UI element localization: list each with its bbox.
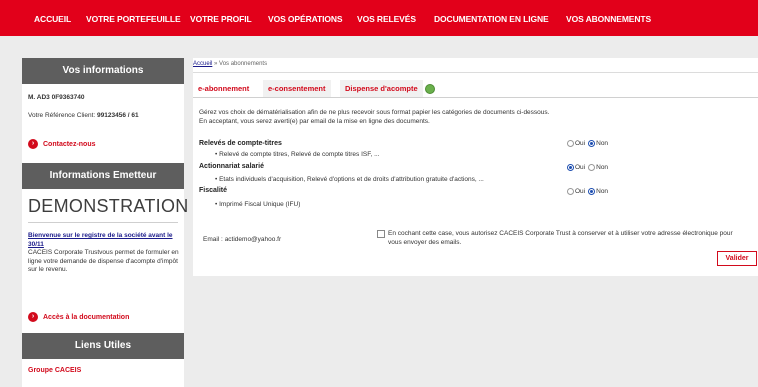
radio-non-label: Non	[596, 140, 609, 147]
radio-oui-label: Oui	[575, 140, 586, 147]
section-item: • Etats individuels d'acquisition, Relev…	[215, 176, 484, 183]
nav-votre-portefeuille[interactable]: VOTRE PORTEFEUILLE	[86, 0, 181, 36]
radio-non-label: Non	[596, 164, 609, 171]
radio-oui[interactable]	[567, 164, 574, 171]
consent-checkbox[interactable]	[377, 230, 385, 238]
radio-oui[interactable]	[567, 188, 574, 195]
email-value: actidemo@yahoo.fr	[224, 236, 282, 243]
arrow-right-icon: ›	[28, 312, 38, 322]
section-title: Actionnariat salarié	[199, 163, 264, 170]
main-content: Accueil » Vos abonnements e-abonnement e…	[193, 58, 758, 276]
logo-divider	[28, 222, 178, 223]
documentation-link[interactable]: › Accès à la documentation	[28, 311, 129, 323]
radio-non[interactable]	[588, 188, 596, 195]
welcome-link[interactable]: Bienvenue sur le registre de la société …	[28, 232, 173, 248]
breadcrumb-divider	[193, 72, 758, 73]
nav-vos-releves[interactable]: VOS RELEVÉS	[357, 0, 416, 36]
refresh-icon[interactable]	[425, 84, 435, 94]
section-title: Relevés de compte-titres	[199, 140, 282, 147]
nav-votre-profil[interactable]: VOTRE PROFIL	[190, 0, 252, 36]
nav-vos-operations[interactable]: VOS OPÉRATIONS	[268, 0, 343, 36]
nav-accueil[interactable]: ACCUEIL	[34, 0, 71, 36]
nav-vos-abonnements[interactable]: VOS ABONNEMENTS	[566, 0, 651, 36]
welcome-text: CACEIS Corporate Trustvous permet de for…	[28, 249, 179, 273]
radio-group-fiscalite: Oui Non	[567, 188, 611, 195]
reference-label: Votre Référence Client:	[28, 112, 96, 119]
radio-group-releves: Oui Non	[567, 140, 611, 147]
user-name: M. AD3 0F9363740	[28, 94, 85, 101]
radio-group-actionnariat: Oui Non	[567, 164, 611, 171]
tab-e-consentement[interactable]: e-consentement	[263, 80, 331, 97]
client-reference: Votre Référence Client: 99123456 / 61	[28, 112, 139, 119]
consent-text: En cochant cette case, vous autorisez CA…	[388, 230, 733, 246]
intro-text: Gérez vos choix de dématérialisation afi…	[199, 109, 744, 126]
welcome-block: Bienvenue sur le registre de la société …	[28, 232, 180, 275]
contact-label: Contactez-nous	[43, 140, 96, 148]
sidebar: Vos informations M. AD3 0F9363740 Votre …	[22, 58, 189, 387]
tab-e-abonnement[interactable]: e-abonnement	[193, 80, 255, 97]
reference-value: 99123456 / 61	[97, 112, 139, 119]
nav-documentation-en-ligne[interactable]: DOCUMENTATION EN LIGNE	[434, 0, 549, 36]
radio-oui-label: Oui	[575, 188, 586, 195]
contact-link[interactable]: › Contactez-nous	[28, 138, 96, 150]
email-label: Email :	[203, 236, 223, 243]
intro-line-1: Gérez vos choix de dématérialisation afi…	[199, 109, 550, 116]
demonstration-logo: DEMONSTRATION	[28, 196, 189, 216]
section-item: • Relevé de compte titres, Relevé de com…	[215, 151, 380, 158]
breadcrumb: Accueil » Vos abonnements	[193, 61, 267, 67]
section-title: Fiscalité	[199, 187, 228, 194]
email-row: Email : actidemo@yahoo.fr	[203, 236, 281, 243]
radio-non-label: Non	[596, 188, 609, 195]
top-navigation: ACCUEIL VOTRE PORTEFEUILLE VOTRE PROFIL …	[0, 0, 758, 36]
section-item: • Imprimé Fiscal Unique (IFU)	[215, 201, 301, 208]
tab-dispense-acompte[interactable]: Dispense d'acompte	[340, 80, 423, 97]
emitter-panel-title: Informations Emetteur	[22, 163, 184, 189]
documentation-label: Accès à la documentation	[43, 313, 130, 321]
breadcrumb-home[interactable]: Accueil	[193, 61, 212, 67]
breadcrumb-separator: »	[214, 61, 218, 67]
intro-line-2: En acceptant, vous serez averti(e) par e…	[199, 117, 430, 125]
groupe-caceis-link[interactable]: Groupe CACEIS	[28, 367, 81, 374]
links-panel-title: Liens Utiles	[22, 333, 184, 359]
arrow-right-icon: ›	[28, 139, 38, 149]
info-panel-title: Vos informations	[22, 58, 184, 84]
radio-oui[interactable]	[567, 140, 574, 147]
radio-non[interactable]	[588, 164, 596, 171]
tab-bar: e-abonnement e-consentement Dispense d'a…	[193, 80, 758, 98]
valider-button[interactable]: Valider	[717, 251, 757, 266]
breadcrumb-current: Vos abonnements	[219, 61, 268, 67]
radio-non[interactable]	[588, 140, 596, 147]
radio-oui-label: Oui	[575, 164, 586, 171]
